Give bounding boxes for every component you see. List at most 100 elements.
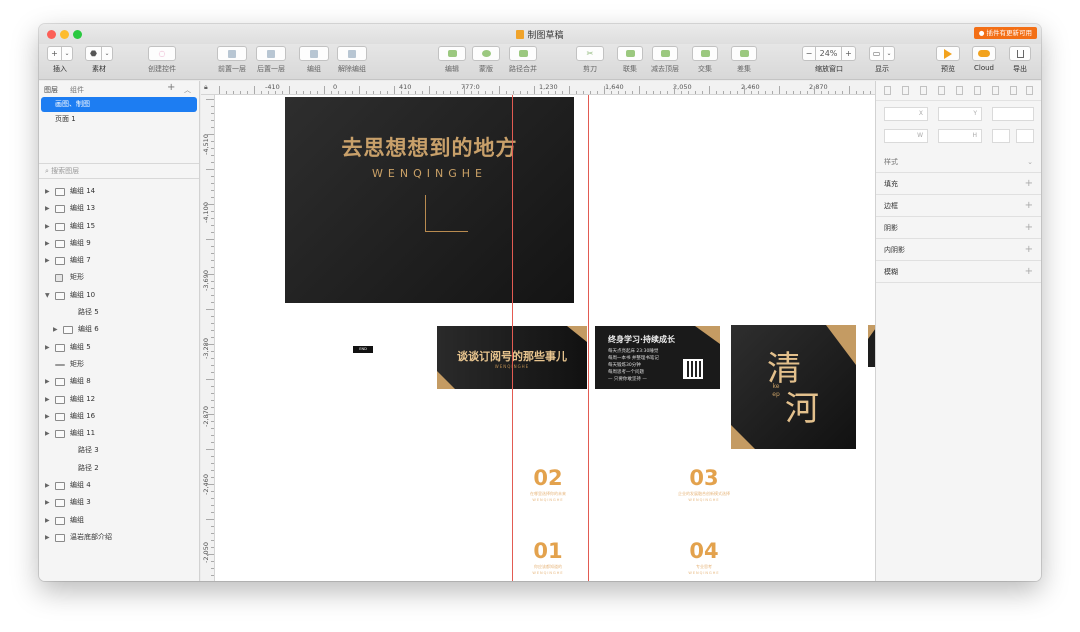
disclosure-closed-icon[interactable]: ▶ bbox=[45, 218, 50, 235]
intersect-icon[interactable] bbox=[692, 46, 718, 61]
zoom-out-icon[interactable]: − bbox=[802, 46, 816, 61]
plus-icon[interactable]: + bbox=[47, 46, 62, 61]
send-backward-tool[interactable]: 后置一层 bbox=[254, 46, 288, 74]
chevron-down-icon[interactable]: ⌄ bbox=[884, 46, 895, 61]
scissors-icon[interactable]: ✂ bbox=[576, 46, 604, 61]
layer-item[interactable]: 矩形 bbox=[39, 269, 199, 286]
layer-item[interactable]: ▶ 编组 12 bbox=[39, 391, 199, 408]
layer-item[interactable]: 路径 2 bbox=[39, 460, 199, 477]
chevron-down-icon[interactable]: ⌄ bbox=[1027, 151, 1033, 173]
layer-item[interactable]: ▶ 编组 9 bbox=[39, 235, 199, 252]
layer-item[interactable]: ▶ 编组 bbox=[39, 512, 199, 529]
disclosure-closed-icon[interactable]: ▶ bbox=[45, 477, 50, 494]
chevron-down-icon[interactable]: ⌄ bbox=[62, 46, 73, 61]
send-backward-icon[interactable] bbox=[256, 46, 286, 61]
height-field[interactable]: H bbox=[938, 129, 982, 143]
difference-tool[interactable]: 差集 bbox=[729, 46, 759, 74]
distribute-h-icon[interactable] bbox=[992, 86, 999, 95]
disclosure-closed-icon[interactable]: ▶ bbox=[45, 425, 50, 442]
add-fill-icon[interactable]: + bbox=[1025, 173, 1033, 195]
add-blur-icon[interactable]: + bbox=[1025, 261, 1033, 283]
lock-ratio-icon[interactable] bbox=[992, 129, 1010, 143]
y-field[interactable]: Y bbox=[938, 107, 982, 121]
chevron-down-icon[interactable]: ⌄ bbox=[102, 46, 113, 61]
assets-tool[interactable]: ⬣ ⌄ 素材 bbox=[85, 46, 113, 74]
layer-item[interactable]: ▶ 编组 5 bbox=[39, 339, 199, 356]
union-tool[interactable]: 联集 bbox=[615, 46, 645, 74]
disclosure-closed-icon[interactable]: ▶ bbox=[45, 494, 50, 511]
ruler-guide[interactable] bbox=[512, 95, 513, 581]
artboard-card-learning[interactable]: 终身学习·持续成长 每天点亮起床 23:30睡觉 每周一本书 并整理书笔记 每天… bbox=[595, 326, 720, 389]
disclosure-closed-icon[interactable]: ▶ bbox=[45, 183, 50, 200]
subtract-icon[interactable] bbox=[652, 46, 678, 61]
page-item[interactable]: 画图、制图 bbox=[41, 97, 197, 112]
scissors-tool[interactable]: ✂ 剪刀 bbox=[575, 46, 605, 74]
disclosure-closed-icon[interactable]: ▶ bbox=[45, 408, 50, 425]
layer-item[interactable]: ▶ 编组 3 bbox=[39, 494, 199, 511]
share-icon[interactable] bbox=[1009, 46, 1031, 61]
disclosure-closed-icon[interactable]: ▶ bbox=[45, 529, 50, 546]
disclosure-closed-icon[interactable]: ▶ bbox=[45, 373, 50, 390]
edit-tool[interactable]: 编辑 bbox=[437, 46, 467, 74]
difference-icon[interactable] bbox=[731, 46, 757, 61]
style-section[interactable]: 样式 ⌄ bbox=[876, 151, 1041, 173]
align-bottom-icon[interactable] bbox=[974, 86, 981, 95]
add-inner-shadow-icon[interactable]: + bbox=[1025, 239, 1033, 261]
assets-icon[interactable]: ⬣ bbox=[85, 46, 102, 61]
layer-item[interactable]: ▶ 编组 16 bbox=[39, 408, 199, 425]
artboard-card-qinghe[interactable]: 清 河 keep bbox=[731, 325, 856, 449]
disclosure-closed-icon[interactable]: ▶ bbox=[45, 391, 50, 408]
width-field[interactable]: W bbox=[884, 129, 928, 143]
layer-item[interactable]: ▶ 温岩底部介绍 bbox=[39, 529, 199, 546]
layer-item[interactable]: ▶ 编组 8 bbox=[39, 373, 199, 390]
number-block[interactable]: 02 在哪里选择你的未来 WENQINGHE bbox=[513, 467, 583, 502]
disclosure-closed-icon[interactable]: ▶ bbox=[45, 252, 50, 269]
layer-item[interactable]: ▶ 编组 14 bbox=[39, 183, 199, 200]
zoom-in-icon[interactable]: + bbox=[842, 46, 856, 61]
path-union-icon[interactable] bbox=[509, 46, 537, 61]
subtract-tool[interactable]: 减去顶层 bbox=[645, 46, 685, 74]
artboard-partial[interactable] bbox=[868, 325, 875, 367]
canvas[interactable]: -410 0 410 777:0 1,230 1,640 2,050 2,460 2,870 -… bbox=[201, 81, 875, 581]
align-top-icon[interactable] bbox=[938, 86, 945, 95]
align-right-icon[interactable] bbox=[920, 86, 927, 95]
group-icon[interactable] bbox=[299, 46, 329, 61]
align-middle-icon[interactable] bbox=[956, 86, 963, 95]
horizontal-ruler[interactable]: -410 0 410 777:0 1,230 1,640 2,050 2,460 2,870 bbox=[201, 81, 875, 95]
mask-tool[interactable]: 蒙版 bbox=[471, 46, 501, 74]
tab-layers[interactable]: 图层 bbox=[44, 85, 58, 95]
group-tool[interactable]: 编组 bbox=[297, 46, 331, 74]
disclosure-closed-icon[interactable]: ▶ bbox=[53, 321, 58, 338]
play-icon[interactable] bbox=[936, 46, 960, 61]
add-shadow-icon[interactable]: + bbox=[1025, 217, 1033, 239]
add-border-icon[interactable]: + bbox=[1025, 195, 1033, 217]
x-field[interactable]: X bbox=[884, 107, 928, 121]
add-page-icon[interactable]: + bbox=[167, 82, 175, 93]
bring-forward-tool[interactable]: 前置一层 bbox=[215, 46, 249, 74]
layer-item[interactable]: ▼ 编组 10 bbox=[39, 287, 199, 304]
more-align-icon[interactable] bbox=[1026, 86, 1033, 95]
layer-item[interactable]: ▶ 编组 4 bbox=[39, 477, 199, 494]
zoom-control[interactable]: − 24% + 缩放窗口 bbox=[799, 46, 859, 74]
disclosure-closed-icon[interactable]: ▶ bbox=[45, 339, 50, 356]
plugin-update-badge[interactable]: ● 插件有更新可用 bbox=[973, 27, 1037, 39]
layer-item[interactable]: ▶ 编组 15 bbox=[39, 218, 199, 235]
export-tool[interactable]: 导出 bbox=[1007, 46, 1033, 74]
layer-item[interactable]: 路径 5 bbox=[39, 304, 199, 321]
disclosure-closed-icon[interactable]: ▶ bbox=[45, 200, 50, 217]
layer-item[interactable]: ▶ 编组 6 bbox=[39, 321, 199, 338]
display-icon[interactable]: ▭ bbox=[869, 46, 884, 61]
symbol-icon[interactable]: ◌ bbox=[148, 46, 176, 61]
align-left-icon[interactable] bbox=[884, 86, 891, 95]
layer-item[interactable]: ▶ 编组 13 bbox=[39, 200, 199, 217]
bring-forward-icon[interactable] bbox=[217, 46, 247, 61]
tab-components[interactable]: 组件 bbox=[70, 85, 84, 95]
blur-section[interactable]: 模糊 + bbox=[876, 261, 1041, 283]
shadow-section[interactable]: 阴影 + bbox=[876, 217, 1041, 239]
ungroup-tool[interactable]: 解除编组 bbox=[335, 46, 369, 74]
intersect-tool[interactable]: 交集 bbox=[690, 46, 720, 74]
vertical-ruler[interactable]: -4,510-4,100-3,690-3,280-2,870-2,460-2,0… bbox=[201, 95, 215, 581]
border-section[interactable]: 边框 + bbox=[876, 195, 1041, 217]
display-tool[interactable]: ▭ ⌄ 显示 bbox=[869, 46, 895, 74]
layer-item[interactable]: 路径 3 bbox=[39, 442, 199, 459]
